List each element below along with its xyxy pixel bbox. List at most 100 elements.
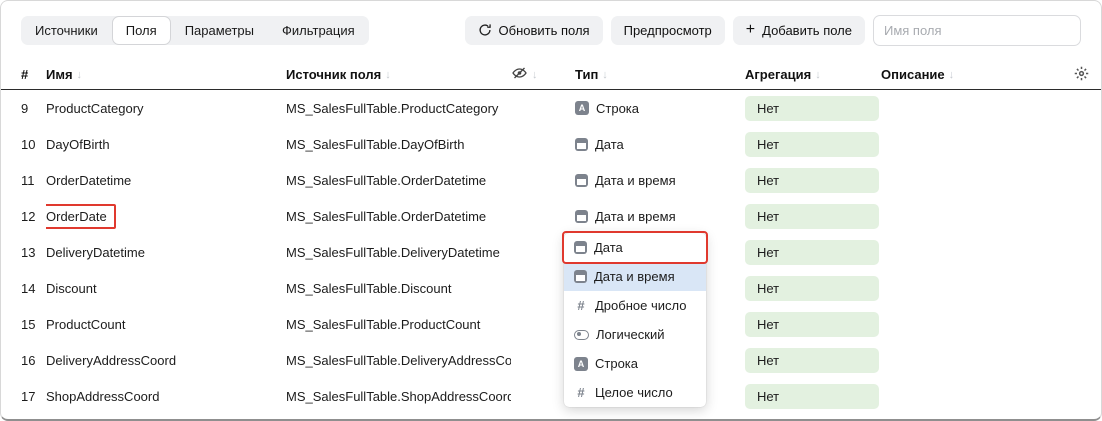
field-source: MS_SalesFullTable.ProductCount bbox=[286, 317, 511, 332]
toolbar-actions: Обновить поля Предпросмотр + Добавить по… bbox=[465, 15, 1081, 46]
refresh-fields-button[interactable]: Обновить поля bbox=[465, 16, 603, 45]
table-row: 14 Discount MS_SalesFullTable.Discount Н… bbox=[1, 270, 1101, 306]
field-name-search-input[interactable] bbox=[873, 15, 1081, 46]
dropdown-item-datetime[interactable]: Дата и время bbox=[564, 262, 706, 291]
tab-filtering[interactable]: Фильтрация bbox=[268, 16, 369, 45]
field-type[interactable]: Дата и время bbox=[575, 209, 745, 224]
add-field-button[interactable]: + Добавить поле bbox=[733, 16, 865, 45]
field-name[interactable]: OrderDatetime bbox=[46, 173, 286, 188]
preview-label: Предпросмотр bbox=[624, 23, 712, 38]
float-type-icon: # bbox=[574, 298, 588, 313]
tab-fields[interactable]: Поля bbox=[112, 16, 171, 45]
field-name[interactable]: ProductCategory bbox=[46, 101, 286, 116]
header-source[interactable]: Источник поля↓ bbox=[286, 67, 511, 82]
field-name[interactable]: DayOfBirth bbox=[46, 137, 286, 152]
field-source: MS_SalesFullTable.OrderDatetime bbox=[286, 173, 511, 188]
field-type[interactable]: Дата bbox=[575, 137, 745, 152]
sort-arrow-icon: ↓ bbox=[385, 69, 391, 81]
field-name[interactable]: OrderDate bbox=[46, 204, 286, 229]
sort-arrow-icon: ↓ bbox=[949, 69, 955, 81]
field-source: MS_SalesFullTable.DeliveryAddressCoord bbox=[286, 353, 511, 368]
plus-icon: + bbox=[746, 25, 755, 35]
refresh-icon bbox=[478, 23, 492, 37]
tab-sources[interactable]: Источники bbox=[21, 16, 112, 45]
field-aggregation[interactable]: Нет bbox=[745, 240, 881, 265]
row-index: 9 bbox=[21, 101, 46, 116]
row-index: 17 bbox=[21, 389, 46, 404]
header-visibility[interactable]: ↓ bbox=[511, 65, 575, 84]
field-name[interactable]: ShopAddressCoord bbox=[46, 389, 286, 404]
datetime-type-icon bbox=[575, 210, 588, 223]
row-index: 15 bbox=[21, 317, 46, 332]
row-index: 11 bbox=[21, 173, 46, 188]
row-index: 12 bbox=[21, 209, 46, 224]
row-index: 16 bbox=[21, 353, 46, 368]
datetime-type-icon bbox=[575, 174, 588, 187]
header-name[interactable]: Имя↓ bbox=[46, 67, 286, 82]
header-description[interactable]: Описание↓ bbox=[881, 67, 1059, 82]
field-type[interactable]: A Строка bbox=[575, 101, 745, 116]
toolbar: Источники Поля Параметры Фильтрация Обно… bbox=[1, 1, 1101, 45]
field-aggregation[interactable]: Нет bbox=[745, 204, 881, 229]
header-settings bbox=[1059, 66, 1089, 84]
table-row: 15 ProductCount MS_SalesFullTable.Produc… bbox=[1, 306, 1101, 342]
table-row: 9 ProductCategory MS_SalesFullTable.Prod… bbox=[1, 90, 1101, 126]
date-type-icon bbox=[575, 138, 588, 151]
string-type-icon: A bbox=[575, 101, 589, 115]
tab-bar: Источники Поля Параметры Фильтрация bbox=[21, 16, 369, 45]
header-aggregation[interactable]: Агрегация↓ bbox=[745, 67, 881, 82]
gear-icon[interactable] bbox=[1074, 66, 1089, 84]
table-row: 12 OrderDate MS_SalesFullTable.OrderDate… bbox=[1, 198, 1101, 234]
boolean-type-icon bbox=[574, 330, 589, 340]
field-name[interactable]: DeliveryAddressCoord bbox=[46, 353, 286, 368]
header-index: # bbox=[21, 67, 46, 82]
sort-arrow-icon: ↓ bbox=[815, 69, 821, 81]
sort-arrow-icon: ↓ bbox=[532, 69, 538, 81]
field-source: MS_SalesFullTable.ProductCategory bbox=[286, 101, 511, 116]
datetime-type-icon bbox=[574, 270, 587, 283]
dropdown-item-boolean[interactable]: Логический bbox=[564, 320, 706, 349]
field-source: MS_SalesFullTable.ShopAddressCoord bbox=[286, 389, 511, 404]
eye-slash-icon bbox=[511, 65, 528, 84]
table-row: 13 DeliveryDatetime MS_SalesFullTable.De… bbox=[1, 234, 1101, 270]
table-row: 16 DeliveryAddressCoord MS_SalesFullTabl… bbox=[1, 342, 1101, 378]
field-aggregation[interactable]: Нет bbox=[745, 132, 881, 157]
string-type-icon: A bbox=[574, 357, 588, 371]
sort-arrow-icon: ↓ bbox=[602, 69, 608, 81]
field-aggregation[interactable]: Нет bbox=[745, 312, 881, 337]
refresh-fields-label: Обновить поля bbox=[499, 23, 590, 38]
field-name[interactable]: DeliveryDatetime bbox=[46, 245, 286, 260]
field-aggregation[interactable]: Нет bbox=[745, 168, 881, 193]
field-aggregation[interactable]: Нет bbox=[745, 384, 881, 409]
dropdown-item-date[interactable]: Дата bbox=[564, 233, 706, 262]
field-type[interactable]: Дата и время bbox=[575, 173, 745, 188]
header-type[interactable]: Тип↓ bbox=[575, 67, 745, 82]
field-source: MS_SalesFullTable.OrderDatetime bbox=[286, 209, 511, 224]
field-name[interactable]: ProductCount bbox=[46, 317, 286, 332]
highlight-box: OrderDate bbox=[46, 204, 116, 229]
type-dropdown: Дата Дата и время # Дробное число Логиче… bbox=[564, 233, 706, 407]
field-source: MS_SalesFullTable.Discount bbox=[286, 281, 511, 296]
table-row: 11 OrderDatetime MS_SalesFullTable.Order… bbox=[1, 162, 1101, 198]
field-aggregation[interactable]: Нет bbox=[745, 96, 881, 121]
field-aggregation[interactable]: Нет bbox=[745, 348, 881, 373]
preview-button[interactable]: Предпросмотр bbox=[611, 16, 725, 45]
field-name[interactable]: Discount bbox=[46, 281, 286, 296]
sort-arrow-icon: ↓ bbox=[77, 69, 83, 81]
integer-type-icon: # bbox=[574, 385, 588, 400]
dropdown-item-integer[interactable]: # Целое число bbox=[564, 378, 706, 407]
date-type-icon bbox=[574, 241, 587, 254]
fields-table: # Имя↓ Источник поля↓ ↓ Тип↓ bbox=[1, 60, 1101, 414]
row-index: 10 bbox=[21, 137, 46, 152]
dropdown-item-string[interactable]: A Строка bbox=[564, 349, 706, 378]
field-source: MS_SalesFullTable.DayOfBirth bbox=[286, 137, 511, 152]
row-index: 14 bbox=[21, 281, 46, 296]
table-row: 17 ShopAddressCoord MS_SalesFullTable.Sh… bbox=[1, 378, 1101, 414]
table-row: 10 DayOfBirth MS_SalesFullTable.DayOfBir… bbox=[1, 126, 1101, 162]
field-aggregation[interactable]: Нет bbox=[745, 276, 881, 301]
tab-parameters[interactable]: Параметры bbox=[171, 16, 268, 45]
dropdown-item-float[interactable]: # Дробное число bbox=[564, 291, 706, 320]
add-field-label: Добавить поле bbox=[762, 23, 852, 38]
row-index: 13 bbox=[21, 245, 46, 260]
field-source: MS_SalesFullTable.DeliveryDatetime bbox=[286, 245, 511, 260]
